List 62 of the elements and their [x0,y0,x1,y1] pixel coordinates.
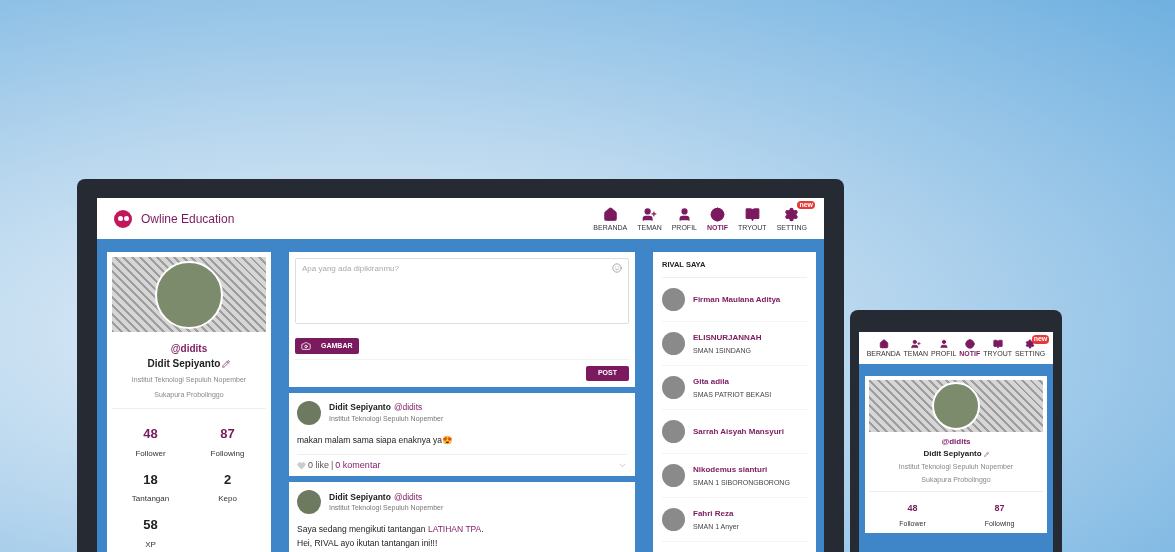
rival-item[interactable]: Sarrah Aisyah Mansyuri [662,410,807,455]
avatar-placeholder [662,376,685,400]
username: @didits [170,342,208,356]
comments-link[interactable]: 0 komentar [335,458,381,473]
stat-label: Tantangan [131,493,170,505]
chevron-down-icon[interactable] [618,461,627,470]
post-text: Saya sedang mengikuti tantangan LATIHAN TPA. [297,523,485,536]
avatar-placeholder [662,332,685,356]
stat-label: Kepo [218,493,237,505]
user-plus-icon [641,206,657,222]
user-plus-icon [910,339,921,349]
heart-icon[interactable] [297,461,306,470]
avatar-placeholder [662,288,685,312]
settings-icon [784,206,800,222]
rival-item[interactable]: Firman Maulana Aditya [662,278,807,323]
avatar-placeholder [297,401,321,425]
user-icon [938,339,949,349]
stat-value: 87 [994,502,1005,515]
stat-value: 58 [143,516,158,534]
stat-label: Following [210,447,245,460]
avatar-placeholder [662,420,685,444]
edit-icon[interactable] [983,451,989,457]
post-text: Hei, RIVAL ayo ikutan tantangan ini!!! [297,537,439,550]
home-icon [878,339,889,349]
profile-name: Didit Sepiyanto [923,448,982,460]
profile-photo-placeholder [932,382,980,430]
rival-name: ELISNURJANNAH [693,331,762,344]
camera-icon [301,341,311,351]
owl-logo-icon [114,209,132,228]
settings-icon [1025,339,1036,349]
author-handle[interactable]: @didits [393,401,423,415]
rival-name: Sarrah Aisyah Mansyuri [693,425,784,438]
stat-value: 48 [907,502,918,515]
avatar-placeholder [662,464,685,488]
author-name: Didit Sepiyanto [329,490,391,504]
profile-name: Didit Sepiyanto [147,357,221,371]
stat-value: 87 [220,425,235,443]
author-name: Didit Sepiyanto [329,401,391,415]
avatar-placeholder [662,508,685,532]
stat-label: XP [145,538,156,551]
stat-value: 48 [143,425,158,443]
rival-name: Firman Maulana Aditya [693,293,781,306]
rival-name: Fahri Reza [693,507,735,520]
user-icon [676,206,692,222]
like-count: 0 like [308,458,329,472]
avatar-placeholder [297,490,321,515]
emoji-icon[interactable] [612,263,622,273]
separator-text: | [331,458,334,472]
rival-name: Nikodemus sianturi [693,463,769,476]
profile-photo-placeholder [155,260,223,329]
stat-label: Follower [135,447,166,460]
edit-icon[interactable] [222,359,231,368]
stat-value: 18 [143,470,158,489]
post-text: makan malam sama siapa enaknya ya😍 [297,434,455,447]
book-icon [744,206,760,222]
rival-name: Gita adila [693,375,730,388]
username: @didits [941,436,971,448]
book-icon [992,339,1003,349]
stat-value: 2 [223,470,232,489]
brand-name[interactable]: Owline Education [141,209,235,228]
author-handle[interactable]: @didits [393,490,423,504]
home-icon [602,206,618,222]
